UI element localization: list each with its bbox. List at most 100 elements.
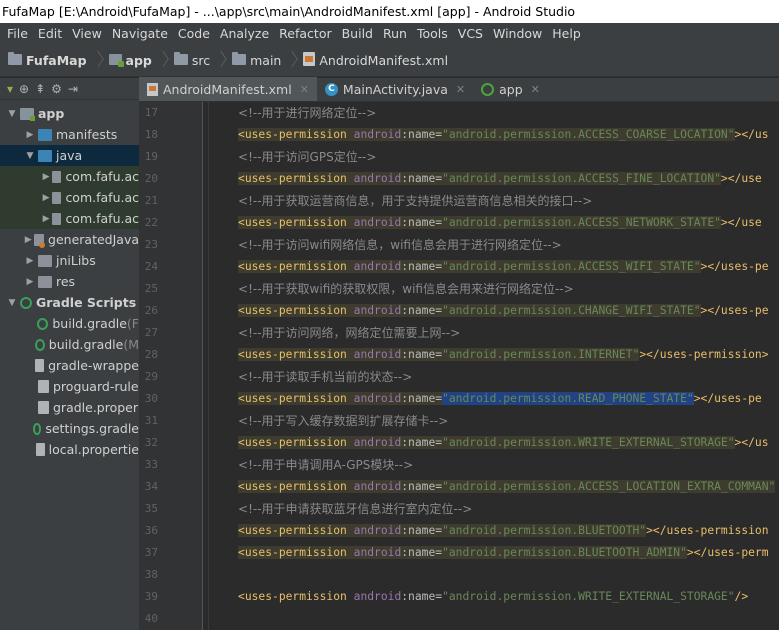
window-title: FufaMap [E:\Android\FufaMap] - ...\app\s… bbox=[2, 4, 576, 19]
tab-app[interactable]: app ✕ bbox=[473, 77, 548, 101]
package-icon bbox=[52, 170, 62, 183]
breadcrumb-file[interactable]: AndroidManifest.xml bbox=[297, 45, 448, 77]
permission-value: "android.permission.BLUETOOTH" bbox=[442, 524, 647, 537]
collapse-icon[interactable]: ⇞ bbox=[35, 82, 45, 96]
code-line[interactable]: <uses-permission android:name="android.p… bbox=[204, 212, 779, 234]
code-line[interactable]: <!--用于申请调用A-GPS模块--> bbox=[204, 454, 779, 476]
tree-item[interactable]: ▶ com.fafu.ac bbox=[0, 208, 139, 229]
chevron-right-icon[interactable]: ▶ bbox=[42, 193, 50, 203]
menu-window[interactable]: Window bbox=[489, 23, 548, 45]
breadcrumb-project[interactable]: FufaMap bbox=[2, 45, 87, 77]
tab-androidmanifest-xml[interactable]: AndroidManifest.xml ✕ bbox=[139, 77, 317, 101]
menu-build[interactable]: Build bbox=[338, 23, 379, 45]
chevron-right-icon[interactable]: ▶ bbox=[42, 214, 50, 224]
tree-item[interactable]: ▼ app bbox=[0, 103, 139, 124]
close-icon[interactable]: ✕ bbox=[531, 83, 540, 96]
chevron-down-icon[interactable]: ▼ bbox=[6, 298, 18, 308]
menu-vcs[interactable]: VCS bbox=[454, 23, 489, 45]
menu-run[interactable]: Run bbox=[379, 23, 413, 45]
tree-item[interactable]: proguard-rule bbox=[0, 376, 139, 397]
tab-mainactivity-java[interactable]: C MainActivity.java ✕ bbox=[317, 77, 473, 101]
tree-item[interactable]: gradle.proper bbox=[0, 397, 139, 418]
code-line[interactable]: <uses-permission android:name="android.p… bbox=[204, 476, 779, 498]
code-line[interactable]: <uses-permission android:name="android.p… bbox=[204, 542, 779, 564]
code-line[interactable]: <!--用于获取运营商信息，用于支持提供运营商信息相关的接口--> bbox=[204, 190, 779, 212]
menu-refactor[interactable]: Refactor bbox=[275, 23, 337, 45]
tree-item[interactable]: build.gradle (M bbox=[0, 334, 139, 355]
chevron-down-icon[interactable]: ▼ bbox=[24, 151, 36, 161]
code-line[interactable] bbox=[204, 564, 779, 586]
breadcrumb-main[interactable]: main bbox=[226, 45, 281, 77]
close-icon[interactable]: ✕ bbox=[300, 83, 309, 96]
code-line[interactable]: <uses-permission android:name="android.p… bbox=[204, 168, 779, 190]
target-icon[interactable]: ⊕ bbox=[19, 82, 29, 96]
tree-item[interactable]: ▶ com.fafu.ac bbox=[0, 187, 139, 208]
class-icon: C bbox=[324, 82, 338, 96]
tree-item[interactable]: build.gradle (F bbox=[0, 313, 139, 334]
code-line[interactable]: <uses-permission android:name="android.p… bbox=[204, 124, 779, 146]
menu-tools[interactable]: Tools bbox=[413, 23, 454, 45]
permission-element: <uses-permission android:name="android.p… bbox=[238, 546, 687, 559]
android-icon[interactable]: ▾ bbox=[7, 82, 13, 96]
chevron-right-icon[interactable]: ▶ bbox=[24, 130, 36, 140]
code-line[interactable]: <!--用于访问wifi网络信息，wifi信息会用于进行网络定位--> bbox=[204, 234, 779, 256]
breadcrumb-src[interactable]: src bbox=[168, 45, 210, 77]
menu-edit[interactable]: Edit bbox=[34, 23, 68, 45]
tree-item[interactable]: ▼ Gradle Scripts bbox=[0, 292, 139, 313]
xml-namespace: android bbox=[353, 480, 402, 493]
code-line[interactable]: <!--用于写入缓存数据到扩展存储卡--> bbox=[204, 410, 779, 432]
gear-icon[interactable]: ⚙ bbox=[51, 82, 62, 96]
tree-item[interactable]: ▶ res bbox=[0, 271, 139, 292]
xml-closing-tag: ></uses-permission> bbox=[639, 348, 769, 361]
code-line[interactable]: <!--用于申请获取蓝牙信息进行室内定位--> bbox=[204, 498, 779, 520]
chevron-right-icon[interactable]: ▶ bbox=[24, 277, 36, 287]
tree-item[interactable]: gradle-wrappe bbox=[0, 355, 139, 376]
code-line[interactable]: <uses-permission android:name="android.p… bbox=[204, 256, 779, 278]
line-number: 29 bbox=[144, 370, 158, 383]
chevron-down-icon[interactable]: ▼ bbox=[6, 109, 18, 119]
folder-icon bbox=[38, 275, 52, 288]
code-line[interactable]: <uses-permission android:name="android.p… bbox=[204, 300, 779, 322]
code-editor[interactable]: <!--用于进行网络定位--> <uses-permission android… bbox=[204, 102, 779, 630]
tree-item[interactable]: ▼ java bbox=[0, 145, 139, 166]
code-line[interactable]: <uses-permission android:name="android.p… bbox=[204, 432, 779, 454]
tree-item[interactable]: ▶ manifests bbox=[0, 124, 139, 145]
hide-icon[interactable]: ⇥ bbox=[68, 82, 78, 96]
code-line[interactable]: <!--用于访问GPS定位--> bbox=[204, 146, 779, 168]
menu-view[interactable]: View bbox=[68, 23, 108, 45]
code-line[interactable]: <uses-permission android:name="android.p… bbox=[204, 520, 779, 542]
chevron-right-icon[interactable]: ▶ bbox=[24, 256, 36, 266]
code-line[interactable]: <!--用于获取wifi的获取权限，wifi信息会用来进行网络定位--> bbox=[204, 278, 779, 300]
tree-item[interactable]: ▶ generatedJava bbox=[0, 229, 139, 250]
tree-item-label: gradle.proper bbox=[53, 400, 139, 415]
menu-analyze[interactable]: Analyze bbox=[216, 23, 275, 45]
code-line[interactable]: <!--用于进行网络定位--> bbox=[204, 102, 779, 124]
code-line[interactable]: <uses-permission android:name="android.p… bbox=[204, 388, 779, 410]
permission-element: <uses-permission android:name="android.p… bbox=[238, 436, 735, 449]
tree-item[interactable]: ▶ jniLibs bbox=[0, 250, 139, 271]
menu-help[interactable]: Help bbox=[548, 23, 587, 45]
tree-item[interactable]: settings.gradle bbox=[0, 418, 139, 439]
menu-code[interactable]: Code bbox=[174, 23, 216, 45]
code-line[interactable] bbox=[204, 608, 779, 630]
chevron-right-icon[interactable]: ▶ bbox=[24, 235, 32, 245]
chevron-right-icon[interactable]: ▶ bbox=[42, 172, 50, 182]
close-icon[interactable]: ✕ bbox=[456, 83, 465, 96]
tab-label: MainActivity.java bbox=[342, 81, 448, 97]
code-line[interactable]: <!--用于访问网络，网络定位需要上网--> bbox=[204, 322, 779, 344]
tree-item[interactable]: ▶ com.fafu.ac bbox=[0, 166, 139, 187]
code-line[interactable]: <uses-permission android:name="android.p… bbox=[204, 586, 779, 608]
tree-item-label: Gradle Scripts bbox=[36, 295, 137, 310]
breadcrumb-module[interactable]: app bbox=[103, 45, 152, 77]
menu-navigate[interactable]: Navigate bbox=[108, 23, 174, 45]
xml-attribute: :name= bbox=[401, 480, 443, 493]
code-line[interactable]: <!--用于读取手机当前的状态--> bbox=[204, 366, 779, 388]
tree-item-label: res bbox=[56, 274, 76, 289]
file-icon bbox=[35, 443, 45, 456]
tree-item[interactable]: local.propertie bbox=[0, 439, 139, 460]
code-line[interactable]: <uses-permission android:name="android.p… bbox=[204, 344, 779, 366]
menu-file[interactable]: File bbox=[3, 23, 34, 45]
